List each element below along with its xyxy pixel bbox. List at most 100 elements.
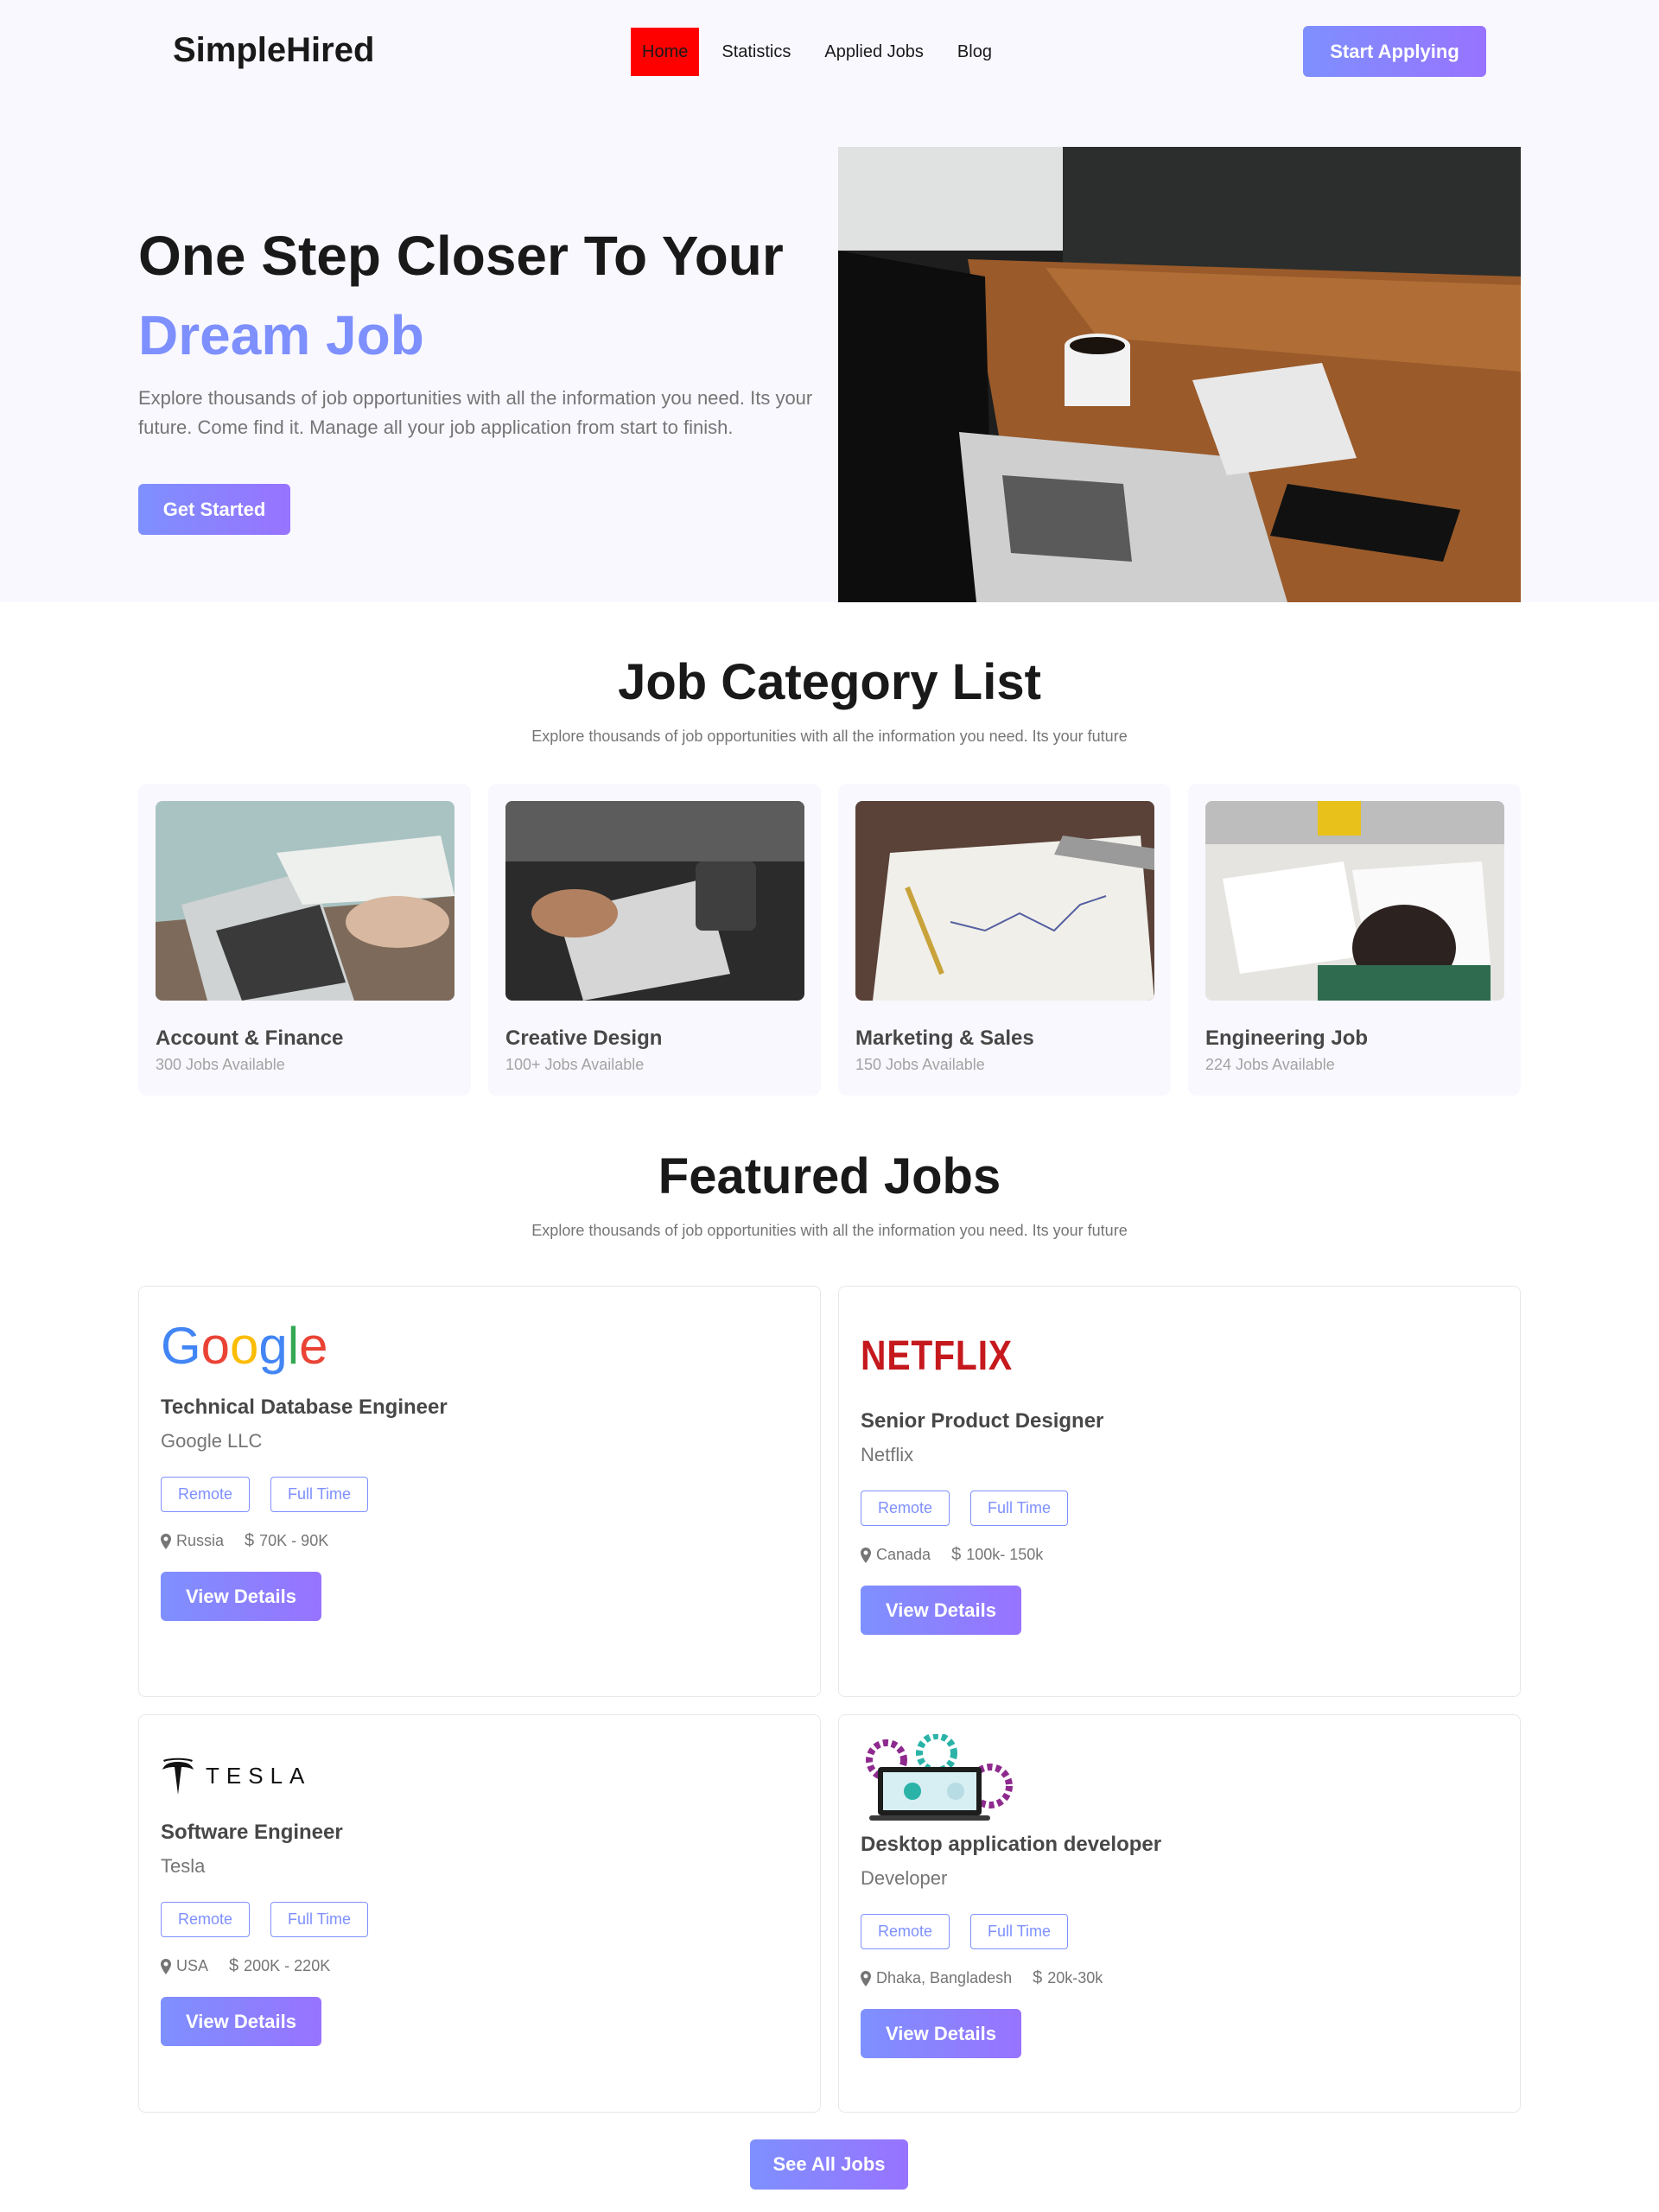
job-tags: Remote Full Time [861, 1491, 1498, 1526]
see-all-jobs-button[interactable]: See All Jobs [750, 2139, 908, 2190]
job-location: Russia [161, 1532, 224, 1550]
dollar-icon: $ [245, 1531, 255, 1550]
job-card: Desktop application developer Developer … [838, 1714, 1521, 2113]
netflix-logo-text: NETFLIX [861, 1332, 1013, 1379]
job-meta: Dhaka, Bangladesh $ 20k-30k [861, 1968, 1498, 1988]
job-card: Google Technical Database Engineer Googl… [138, 1286, 821, 1697]
tesla-logo-text: TESLA [206, 1762, 312, 1789]
job-meta: USA $ 200K - 220K [161, 1956, 798, 1976]
featured-job-grid: Google Technical Database Engineer Googl… [138, 1286, 1521, 2113]
job-salary: $ 20k-30k [1033, 1968, 1103, 1988]
company-logo-google: Google [161, 1317, 798, 1375]
category-image-marketing [855, 801, 1154, 1001]
tag-remote: Remote [161, 1477, 251, 1512]
job-salary: $ 100k- 150k [951, 1545, 1043, 1565]
job-meta: Russia $ 70K - 90K [161, 1531, 798, 1551]
tag-full-time: Full Time [270, 1902, 369, 1937]
nav-link-home[interactable]: Home [631, 28, 700, 76]
tag-full-time: Full Time [970, 1491, 1069, 1526]
location-pin-icon [161, 1533, 171, 1549]
job-location: Canada [861, 1546, 931, 1564]
category-count: 300 Jobs Available [156, 1056, 285, 1073]
job-salary-text: 20k-30k [1047, 1969, 1103, 1986]
category-count: 100+ Jobs Available [505, 1056, 645, 1073]
google-logo-text: Google [161, 1316, 328, 1375]
job-tags: Remote Full Time [161, 1477, 798, 1512]
category-name: Marketing & Sales [855, 1027, 1034, 1050]
category-image-design [505, 801, 804, 1001]
job-card: NETFLIX Senior Product Designer Netflix … [838, 1286, 1521, 1697]
hero-title: One Step Closer To Your Dream Job [138, 216, 830, 375]
get-started-button[interactable]: Get Started [138, 484, 290, 535]
hero-description: Explore thousands of job opportunities w… [138, 387, 813, 438]
nav-link-statistics[interactable]: Statistics [710, 28, 802, 76]
job-tags: Remote Full Time [861, 1914, 1498, 1949]
start-applying-button[interactable]: Start Applying [1303, 26, 1486, 77]
view-details-button[interactable]: View Details [861, 2009, 1021, 2058]
job-salary: $ 70K - 90K [245, 1531, 328, 1551]
view-details-button[interactable]: View Details [861, 1586, 1021, 1635]
job-company: Tesla [161, 1855, 206, 1877]
job-salary-text: 70K - 90K [259, 1532, 329, 1549]
job-location: Dhaka, Bangladesh [861, 1969, 1012, 1987]
nav-link-blog[interactable]: Blog [946, 28, 1003, 76]
job-location: USA [161, 1957, 208, 1975]
tag-full-time: Full Time [970, 1914, 1069, 1949]
hero-content: One Step Closer To Your Dream Job Explor… [138, 216, 830, 535]
category-count: 224 Jobs Available [1205, 1056, 1335, 1073]
tag-remote: Remote [861, 1491, 950, 1526]
job-company: Netflix [861, 1444, 914, 1465]
job-tags: Remote Full Time [161, 1902, 798, 1937]
job-meta: Canada $ 100k- 150k [861, 1545, 1498, 1565]
nav-links: Home Statistics Applied Jobs Blog [631, 28, 1014, 76]
view-details-button[interactable]: View Details [161, 1572, 321, 1621]
featured-section-title: Featured Jobs [658, 1148, 1001, 1205]
category-name: Engineering Job [1205, 1027, 1369, 1050]
dollar-icon: $ [229, 1956, 239, 1975]
view-details-button[interactable]: View Details [161, 1997, 321, 2046]
dollar-icon: $ [951, 1545, 962, 1564]
tag-remote: Remote [161, 1902, 251, 1937]
featured-section-subtitle: Explore thousands of job opportunities w… [531, 1222, 1128, 1239]
category-card[interactable]: Engineering Job 224 Jobs Available [1188, 784, 1521, 1096]
desktop-dev-gears-icon [866, 1734, 1013, 1821]
job-company: Developer [861, 1867, 948, 1889]
hero-title-line1: One Step Closer To Your [138, 225, 784, 287]
category-name: Creative Design [505, 1027, 663, 1050]
location-pin-icon [861, 1547, 871, 1563]
job-salary-text: 100k- 150k [966, 1546, 1044, 1563]
tesla-t-icon [162, 1758, 194, 1795]
job-title: Desktop application developer [861, 1833, 1162, 1856]
company-logo-tesla: TESLA [161, 1750, 798, 1802]
dollar-icon: $ [1033, 1968, 1043, 1987]
job-card: TESLA Software Engineer Tesla Remote Ful… [138, 1714, 821, 2113]
category-card[interactable]: Creative Design 100+ Jobs Available [488, 784, 821, 1096]
category-card[interactable]: Account & Finance 300 Jobs Available [138, 784, 471, 1096]
navbar: SimpleHired Home Statistics Applied Jobs… [0, 0, 1659, 105]
job-location-text: Canada [876, 1546, 931, 1563]
category-image-engineering [1205, 801, 1504, 1001]
site-logo[interactable]: SimpleHired [173, 31, 374, 70]
tag-full-time: Full Time [270, 1477, 369, 1512]
job-location-text: Dhaka, Bangladesh [876, 1969, 1013, 1986]
category-image-finance [156, 801, 454, 1001]
category-list: Account & Finance 300 Jobs Available Cre… [138, 784, 1521, 1096]
company-logo-developer [861, 1734, 1498, 1824]
hero-image [838, 147, 1521, 602]
job-company: Google LLC [161, 1430, 263, 1452]
location-pin-icon [161, 1958, 171, 1974]
job-salary: $ 200K - 220K [229, 1956, 330, 1976]
job-title: Technical Database Engineer [161, 1395, 448, 1419]
company-logo-netflix: NETFLIX [861, 1321, 1498, 1390]
category-card[interactable]: Marketing & Sales 150 Jobs Available [838, 784, 1171, 1096]
nav-link-applied-jobs[interactable]: Applied Jobs [813, 28, 935, 76]
job-title: Software Engineer [161, 1821, 343, 1844]
location-pin-icon [861, 1970, 871, 1986]
hero-title-accent: Dream Job [138, 304, 424, 366]
category-count: 150 Jobs Available [855, 1056, 985, 1073]
desk-laptop-illustration [838, 147, 1521, 602]
job-location-text: USA [176, 1957, 209, 1974]
job-title: Senior Product Designer [861, 1409, 1104, 1433]
tag-remote: Remote [861, 1914, 950, 1949]
job-salary-text: 200K - 220K [244, 1957, 331, 1974]
